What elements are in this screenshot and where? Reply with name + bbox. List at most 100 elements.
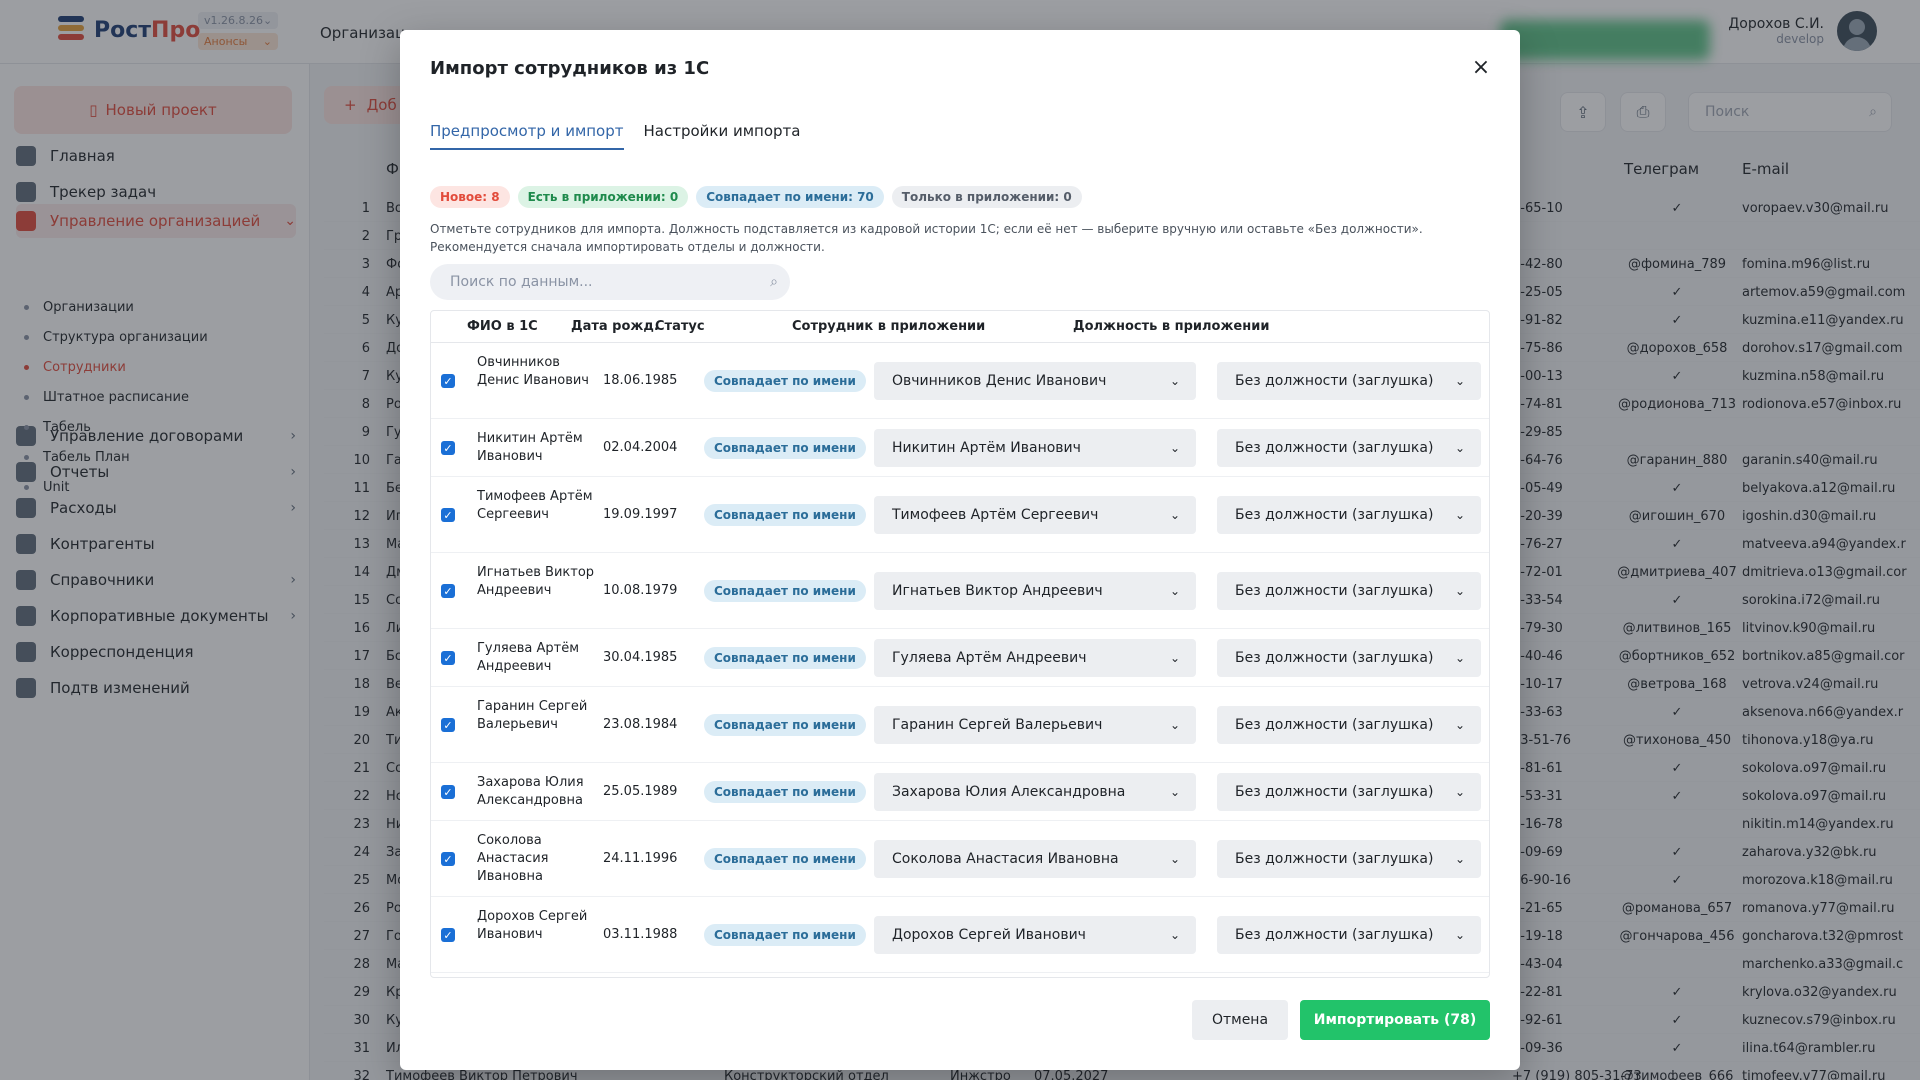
chevron-down-icon: ⌄ [1169, 651, 1180, 665]
employee-select[interactable]: Тимофеев Артём Сергеевич ⌄ [874, 496, 1196, 534]
employee-select[interactable]: Соколова Анастасия Ивановна ⌄ [874, 840, 1196, 878]
employee-select[interactable]: Дорохов Сергей Иванович ⌄ [874, 916, 1196, 954]
position-select[interactable]: Без должности (заглушка) ⌄ [1217, 706, 1481, 744]
fio-1c: Гуляева Артём Андреевич [477, 641, 580, 674]
fio-1c: Никитин Артём Иванович [477, 431, 583, 464]
column-header-status: Статус [655, 319, 705, 334]
position-select-value: Без должности (заглушка) [1235, 784, 1434, 800]
date-of-birth: 30.04.1985 [603, 650, 678, 665]
chevron-down-icon: ⌄ [1454, 651, 1465, 665]
position-select[interactable]: Без должности (заглушка) ⌄ [1217, 773, 1481, 811]
chevron-down-icon: ⌄ [1169, 584, 1180, 598]
position-select[interactable]: Без должности (заглушка) ⌄ [1217, 429, 1481, 467]
import-table: ФИО в 1С Дата рожд. Статус Сотрудник в п… [430, 310, 1490, 978]
position-select[interactable]: Без должности (заглушка) ⌄ [1217, 639, 1481, 677]
position-select-value: Без должности (заглушка) [1235, 650, 1434, 666]
table-row: ✓ Дорохов Сергей Иванович 03.11.1988 Совпад… [431, 897, 1489, 973]
chevron-down-icon: ⌄ [1169, 928, 1180, 942]
chevron-down-icon: ⌄ [1454, 718, 1465, 732]
employee-select-value: Тимофеев Артём Сергеевич [892, 507, 1099, 523]
fio-1c: Овчинников Денис Иванович [477, 355, 589, 388]
date-of-birth: 19.09.1997 [603, 507, 678, 522]
fio-1c: Соколова Анастасия Ивановна [477, 833, 549, 884]
status-badge: Совпадает по имени [704, 437, 866, 459]
employee-select-value: Гаранин Сергей Валерьевич [892, 717, 1103, 733]
column-header-fio-1c: ФИО в 1С [467, 319, 538, 334]
employee-select[interactable]: Гуляева Артём Андреевич ⌄ [874, 639, 1196, 677]
row-checkbox[interactable]: ✓ [441, 651, 455, 665]
chevron-down-icon: ⌄ [1454, 441, 1465, 455]
employee-select-value: Дорохов Сергей Иванович [892, 927, 1086, 943]
chevron-down-icon: ⌄ [1454, 928, 1465, 942]
badge-only-in-app[interactable]: Только в приложении: 0 [891, 186, 1082, 208]
position-select[interactable]: Без должности (заглушка) ⌄ [1217, 362, 1481, 400]
import-modal: Импорт сотрудников из 1С × Предпросмотр … [400, 30, 1520, 1070]
position-select-value: Без должности (заглушка) [1235, 507, 1434, 523]
fio-1c: Дорохов Сергей Иванович [477, 909, 588, 942]
row-checkbox[interactable]: ✓ [441, 374, 455, 388]
chevron-down-icon: ⌄ [1454, 508, 1465, 522]
data-search-input[interactable] [450, 274, 750, 290]
employee-select-value: Никитин Артём Иванович [892, 440, 1081, 456]
position-select[interactable]: Без должности (заглушка) ⌄ [1217, 840, 1481, 878]
position-select[interactable]: Без должности (заглушка) ⌄ [1217, 916, 1481, 954]
position-select-value: Без должности (заглушка) [1235, 373, 1434, 389]
date-of-birth: 24.11.1996 [603, 851, 678, 866]
tab-import-settings[interactable]: Настройки импорта [644, 122, 801, 150]
fio-1c: Захарова Юлия Александровна [477, 775, 584, 808]
date-of-birth: 03.11.1988 [603, 927, 678, 942]
status-badge: Совпадает по имени [704, 580, 866, 602]
employee-select-value: Гуляева Артём Андреевич [892, 650, 1087, 666]
employee-select-value: Захарова Юлия Александровна [892, 784, 1126, 800]
chevron-down-icon: ⌄ [1169, 508, 1180, 522]
employee-select-value: Игнатьев Виктор Андреевич [892, 583, 1103, 599]
row-checkbox[interactable]: ✓ [441, 785, 455, 799]
row-checkbox[interactable]: ✓ [441, 508, 455, 522]
employee-select[interactable]: Захарова Юлия Александровна ⌄ [874, 773, 1196, 811]
table-row: ✓ Гаранин Сергей Валерьевич 23.08.1984 Совп… [431, 687, 1489, 763]
column-header-position: Должность в приложении [1073, 319, 1270, 334]
modal-footer: Отмена Импортировать (78) [1192, 1000, 1490, 1040]
position-select-value: Без должности (заглушка) [1235, 927, 1434, 943]
date-of-birth: 23.08.1984 [603, 717, 678, 732]
date-of-birth: 10.08.1979 [603, 583, 678, 598]
badge-match-by-name[interactable]: Совпадает по имени: 70 [696, 186, 884, 208]
employee-select[interactable]: Игнатьев Виктор Андреевич ⌄ [874, 572, 1196, 610]
status-badge: Совпадает по имени [704, 504, 866, 526]
table-row: ✓ Соколова Анастасия Ивановна 24.11.1996 Со… [431, 821, 1489, 897]
employee-select[interactable]: Гаранин Сергей Валерьевич ⌄ [874, 706, 1196, 744]
status-badge: Совпадает по имени [704, 714, 866, 736]
modal-title: Импорт сотрудников из 1С [430, 58, 710, 79]
search-icon: ⌕ [770, 274, 778, 290]
chevron-down-icon: ⌄ [1169, 718, 1180, 732]
data-search: ⌕ [430, 264, 790, 300]
badge-new[interactable]: Новое: 8 [430, 186, 510, 208]
chevron-down-icon: ⌄ [1454, 785, 1465, 799]
row-checkbox[interactable]: ✓ [441, 441, 455, 455]
close-icon[interactable]: × [1470, 57, 1492, 80]
chevron-down-icon: ⌄ [1454, 374, 1465, 388]
employee-select[interactable]: Овчинников Денис Иванович ⌄ [874, 362, 1196, 400]
modal-tabs: Предпросмотр и импорт Настройки импорта [430, 122, 800, 150]
status-badge: Совпадает по имени [704, 924, 866, 946]
position-select-value: Без должности (заглушка) [1235, 440, 1434, 456]
row-checkbox[interactable]: ✓ [441, 928, 455, 942]
row-checkbox[interactable]: ✓ [441, 852, 455, 866]
status-badge: Совпадает по имени [704, 781, 866, 803]
import-button[interactable]: Импортировать (78) [1300, 1000, 1490, 1040]
date-of-birth: 02.04.2004 [603, 440, 678, 455]
cancel-button[interactable]: Отмена [1192, 1000, 1288, 1040]
position-select[interactable]: Без должности (заглушка) ⌄ [1217, 496, 1481, 534]
date-of-birth: 25.05.1989 [603, 784, 678, 799]
position-select[interactable]: Без должности (заглушка) ⌄ [1217, 572, 1481, 610]
import-table-header: ФИО в 1С Дата рожд. Статус Сотрудник в п… [431, 311, 1489, 343]
row-checkbox[interactable]: ✓ [441, 584, 455, 598]
badge-in-app[interactable]: Есть в приложении: 0 [517, 186, 689, 208]
column-header-employee: Сотрудник в приложении [792, 319, 986, 334]
tab-preview-import[interactable]: Предпросмотр и импорт [430, 122, 624, 150]
table-row: ✓ Тимофеев Артём Сергеевич 19.09.1997 Совпа… [431, 477, 1489, 553]
table-row: ✓ Овчинников Денис Иванович 18.06.1985 Совп… [431, 343, 1489, 419]
status-badge: Совпадает по имени [704, 848, 866, 870]
employee-select[interactable]: Никитин Артём Иванович ⌄ [874, 429, 1196, 467]
row-checkbox[interactable]: ✓ [441, 718, 455, 732]
